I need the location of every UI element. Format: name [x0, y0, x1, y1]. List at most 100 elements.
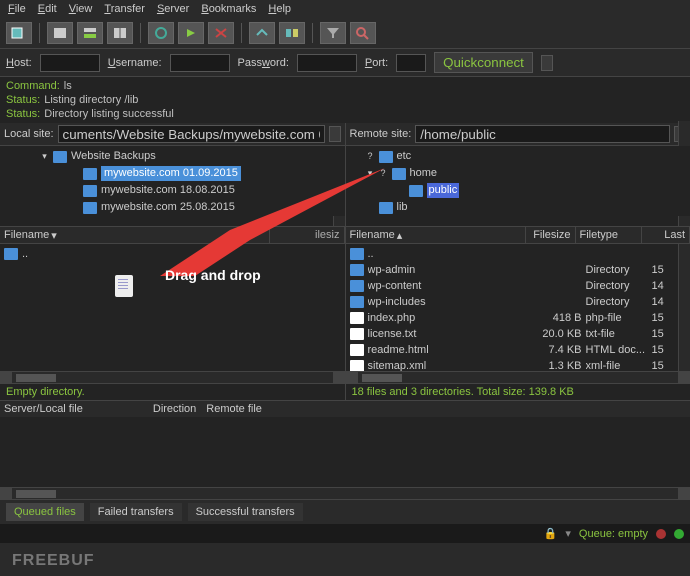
- local-file-list[interactable]: Filename ▾ ilesiz ..: [0, 226, 345, 383]
- local-list-h-scrollbar[interactable]: [0, 371, 345, 383]
- local-tree-scrollbar[interactable]: [333, 216, 345, 226]
- tab-queued-files[interactable]: Queued files: [6, 503, 84, 521]
- file-name: index.php: [368, 311, 538, 325]
- queue-col-remote[interactable]: Remote file: [206, 403, 262, 415]
- tree-expand-icon[interactable]: ?: [366, 152, 375, 161]
- list-item[interactable]: wp-contentDirectory14: [346, 278, 690, 294]
- encryption-dropdown[interactable]: ▾: [565, 527, 571, 540]
- tree-collapse-icon[interactable]: ▾: [366, 169, 375, 178]
- toolbar-separator: [39, 23, 40, 43]
- remote-status: 18 files and 3 directories. Total size: …: [346, 383, 690, 400]
- queue-status-label: Queue: empty: [579, 528, 648, 540]
- remote-tree-scrollbar[interactable]: [678, 216, 690, 226]
- quickconnect-button[interactable]: Quickconnect: [434, 52, 533, 73]
- menu-edit[interactable]: Edit: [38, 3, 57, 15]
- list-item[interactable]: readme.html7.4 KBHTML doc...15: [346, 342, 690, 358]
- col-filesize[interactable]: Filesize: [526, 227, 576, 243]
- list-item[interactable]: sitemap.xml1.3 KBxml-file15: [346, 358, 690, 371]
- tree-item[interactable]: Website Backups: [71, 149, 156, 164]
- local-tree[interactable]: ▾ Website Backups mywebsite.com 01.09.201…: [0, 146, 345, 226]
- folder-icon: [83, 168, 97, 180]
- host-input[interactable]: [40, 54, 100, 72]
- toolbar: [0, 18, 690, 49]
- queue-h-scrollbar[interactable]: [0, 487, 690, 499]
- file-size: 1.3 KB: [538, 359, 586, 371]
- menu-help[interactable]: Help: [268, 3, 291, 15]
- file-modified: 15: [652, 343, 672, 357]
- menu-view[interactable]: View: [69, 3, 93, 15]
- queue-tabs: Queued files Failed transfers Successful…: [0, 499, 690, 524]
- col-lastmod[interactable]: Last: [642, 227, 690, 243]
- toggle-tree-icon[interactable]: [77, 22, 103, 44]
- col-filename[interactable]: Filename ▴: [346, 227, 526, 243]
- list-item-parent[interactable]: ..: [0, 246, 345, 262]
- refresh-icon[interactable]: [148, 22, 174, 44]
- username-input[interactable]: [170, 54, 230, 72]
- site-manager-icon[interactable]: [6, 22, 32, 44]
- log-message: Listing directory /lib: [44, 93, 138, 107]
- remote-file-list[interactable]: Filename ▴ Filesize Filetype Last ..wp-a…: [346, 226, 690, 383]
- tab-failed-transfers[interactable]: Failed transfers: [90, 503, 182, 521]
- toggle-log-icon[interactable]: [47, 22, 73, 44]
- quickconnect-bar: Host: Username: Password: Port: Quickcon…: [0, 49, 690, 76]
- folder-icon: [409, 185, 423, 197]
- sort-indicator-icon: ▾: [51, 229, 57, 242]
- queue-body[interactable]: [0, 417, 690, 487]
- menu-file[interactable]: File: [8, 3, 26, 15]
- quickconnect-history-dropdown[interactable]: [541, 55, 553, 71]
- list-item[interactable]: index.php418 Bphp-file15: [346, 310, 690, 326]
- file-icon: [350, 360, 364, 371]
- folder-icon: [379, 202, 393, 214]
- password-input[interactable]: [297, 54, 357, 72]
- remote-tree[interactable]: ?etc ▾?home public lib: [346, 146, 690, 226]
- log-message: ls: [64, 79, 72, 93]
- compare-icon[interactable]: [279, 22, 305, 44]
- tree-item[interactable]: mywebsite.com 25.08.2015: [101, 200, 235, 215]
- tree-item-selected[interactable]: public: [427, 183, 460, 198]
- port-input[interactable]: [396, 54, 426, 72]
- process-queue-icon[interactable]: [178, 22, 204, 44]
- queue-col-direction[interactable]: Direction: [153, 403, 196, 415]
- list-item[interactable]: license.txt20.0 KBtxt-file15: [346, 326, 690, 342]
- filter-icon[interactable]: [320, 22, 346, 44]
- tree-item[interactable]: mywebsite.com 18.08.2015: [101, 183, 235, 198]
- tree-collapse-icon[interactable]: ▾: [40, 152, 49, 161]
- menu-server[interactable]: Server: [157, 3, 189, 15]
- col-filename[interactable]: Filename ▾: [0, 227, 270, 243]
- file-icon: [350, 328, 364, 340]
- col-filetype[interactable]: Filetype: [576, 227, 642, 243]
- file-name: ..: [368, 247, 538, 261]
- tree-item[interactable]: lib: [397, 200, 408, 215]
- menu-bookmarks[interactable]: Bookmarks: [201, 3, 256, 15]
- log-label: Command:: [6, 79, 60, 93]
- col-filesize[interactable]: ilesiz: [270, 227, 345, 243]
- reconnect-icon[interactable]: [249, 22, 275, 44]
- local-path-dropdown[interactable]: [329, 126, 341, 142]
- local-path-input[interactable]: [58, 125, 325, 143]
- file-type: HTML doc...: [586, 343, 652, 357]
- folder-icon: [350, 296, 364, 308]
- tree-item-selected[interactable]: mywebsite.com 01.09.2015: [101, 166, 241, 181]
- file-icon: [350, 344, 364, 356]
- remote-site-label: Remote site:: [350, 128, 412, 140]
- remote-list-scrollbar[interactable]: [678, 244, 690, 371]
- tree-item[interactable]: etc: [397, 149, 412, 164]
- username-label: Username:: [108, 57, 162, 69]
- menu-transfer[interactable]: Transfer: [104, 3, 145, 15]
- remote-list-h-scrollbar[interactable]: [346, 371, 690, 383]
- toggle-queue-icon[interactable]: [107, 22, 133, 44]
- tab-successful-transfers[interactable]: Successful transfers: [188, 503, 303, 521]
- list-item[interactable]: ..: [346, 246, 690, 262]
- lock-icon[interactable]: 🔒: [544, 527, 558, 540]
- file-name: license.txt: [368, 327, 538, 341]
- queue-col-local[interactable]: Server/Local file: [4, 403, 83, 415]
- list-item[interactable]: wp-includesDirectory14: [346, 294, 690, 310]
- parent-dir-icon: [350, 248, 364, 260]
- panes: Local site: ▾Website Backups mywebsite.c…: [0, 123, 690, 383]
- cancel-icon[interactable]: [208, 22, 234, 44]
- file-name: wp-admin: [368, 263, 538, 277]
- list-item[interactable]: wp-adminDirectory15: [346, 262, 690, 278]
- find-icon[interactable]: [350, 22, 376, 44]
- remote-path-input[interactable]: [415, 125, 670, 143]
- tree-item[interactable]: home: [410, 166, 438, 181]
